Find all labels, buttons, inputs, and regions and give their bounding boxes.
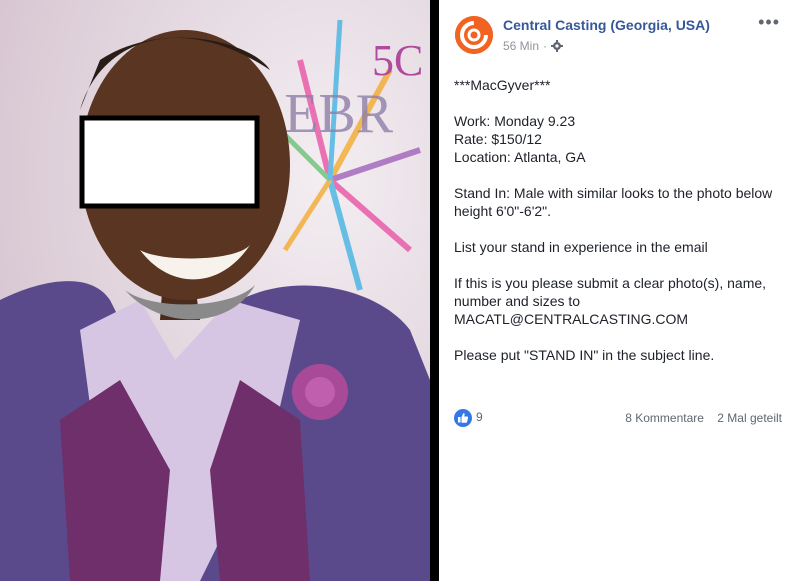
meta-separator: · [543,39,548,53]
page-name-link[interactable]: Central Casting (Georgia, USA) [503,17,710,33]
post-paragraph: ***MacGyver*** [454,77,551,93]
post-paragraph: If this is you please submit a clear pho… [454,275,767,327]
comments-count-link[interactable]: 8 Kommentare [625,411,704,425]
post-photo[interactable]: 5C LEBR [0,0,430,581]
person-photo-illustration: 5C LEBR [0,0,430,581]
stats-spacer [707,411,714,425]
post-panel: Central Casting (Georgia, USA) 56 Min · … [439,0,796,581]
background-number: 5C [372,36,423,85]
like-count[interactable]: 9 [476,410,483,424]
thumbs-up-icon [458,413,469,423]
post-paragraph: Work: Monday 9.23 Rate: $150/12 Location… [454,113,586,165]
gear-icon[interactable] [551,40,564,52]
ellipsis-icon[interactable]: ••• [758,12,780,33]
post-footer: 9 8 Kommentare 2 Mal geteilt [454,408,782,428]
central-casting-logo-icon [455,16,493,54]
post-text: ***MacGyver*** Work: Monday 9.23 Rate: $… [454,76,784,364]
like-icon[interactable] [454,409,472,427]
post-paragraph: Please put "STAND IN" in the subject lin… [454,347,715,363]
page-avatar[interactable] [455,16,493,54]
post-meta: 56 Min · [503,39,564,53]
post-paragraph: Stand In: Male with similar looks to the… [454,185,777,219]
shares-count-link[interactable]: 2 Mal geteilt [717,411,782,425]
post-stats: 8 Kommentare 2 Mal geteilt [625,411,782,425]
post-paragraph: List your stand in experience in the ema… [454,239,708,255]
photo-divider [430,0,439,581]
post-time[interactable]: 56 Min [503,39,539,53]
